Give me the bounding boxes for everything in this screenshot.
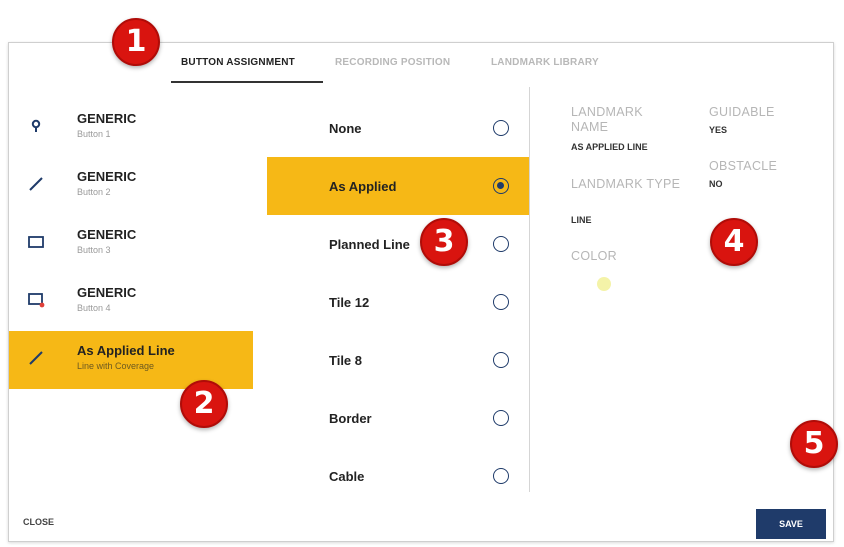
button-item-subtitle: Button 3 [77, 245, 111, 255]
callout-badge-1: 1 [112, 18, 160, 66]
radio-button[interactable] [493, 236, 509, 252]
option-tile-8[interactable]: Tile 8 [267, 331, 529, 389]
option-as-applied[interactable]: As Applied [267, 157, 529, 215]
option-label: As Applied [329, 179, 397, 194]
button-item-title: GENERIC [77, 285, 137, 300]
button-item-subtitle: Button 2 [77, 187, 111, 197]
button-list: GENERIC Button 1 GENERIC Button 2 GENERI… [9, 99, 253, 484]
landmark-type-list: None As Applied Planned Line Tile 12 Til… [267, 99, 529, 484]
option-label: Tile 8 [329, 353, 363, 368]
radio-button[interactable] [493, 468, 509, 484]
option-label: Cable [329, 469, 365, 484]
landmark-name-value: AS APPLIED LINE [571, 142, 648, 152]
button-item-2[interactable]: GENERIC Button 2 [9, 157, 253, 215]
line-icon [29, 351, 43, 365]
callout-badge-4: 4 [710, 218, 758, 266]
radio-button[interactable] [493, 352, 509, 368]
radio-button[interactable] [493, 178, 509, 194]
obstacle-value: NO [709, 179, 723, 189]
button-item-title: GENERIC [77, 169, 137, 184]
rectangle-corner-icon [28, 293, 45, 308]
button-item-title: GENERIC [77, 227, 137, 242]
callout-badge-3: 3 [420, 218, 468, 266]
callout-badge-2: 2 [180, 380, 228, 428]
tab-button-assignment[interactable]: BUTTON ASSIGNMENT [181, 57, 295, 68]
tab-landmark-library[interactable]: LANDMARK LIBRARY [491, 57, 599, 68]
callout-badge-5: 5 [790, 420, 838, 468]
button-item-subtitle: Button 1 [77, 129, 111, 139]
option-label: Border [329, 411, 372, 426]
landmark-type-label: LANDMARK TYPE [571, 177, 681, 191]
dialog: BUTTON ASSIGNMENT RECORDING POSITION LAN… [8, 42, 834, 542]
button-item-4[interactable]: GENERIC Button 4 [9, 273, 253, 331]
button-item-1[interactable]: GENERIC Button 1 [9, 99, 253, 157]
obstacle-label: OBSTACLE [709, 159, 778, 173]
pin-icon [31, 119, 41, 132]
active-tab-indicator [171, 81, 323, 83]
button-item-3[interactable]: GENERIC Button 3 [9, 215, 253, 273]
landmark-type-value: LINE [571, 215, 592, 225]
panel-divider [529, 87, 530, 492]
option-label: Tile 12 [329, 295, 370, 310]
button-item-subtitle: Button 4 [77, 303, 111, 313]
guidable-value: YES [709, 125, 728, 135]
option-none[interactable]: None [267, 99, 529, 157]
button-item-title: As Applied Line [77, 343, 175, 358]
line-icon [29, 177, 43, 191]
button-item-subtitle: Line with Coverage [77, 361, 155, 371]
save-button[interactable]: SAVE [756, 509, 826, 539]
color-swatch [597, 277, 611, 291]
radio-button[interactable] [493, 294, 509, 310]
option-label: Planned Line [329, 237, 410, 252]
button-item-title: GENERIC [77, 111, 137, 126]
tab-recording-position[interactable]: RECORDING POSITION [335, 57, 450, 68]
close-button[interactable]: CLOSE [23, 517, 54, 527]
option-planned-line[interactable]: Planned Line [267, 215, 529, 273]
option-tile-12[interactable]: Tile 12 [267, 273, 529, 331]
guidable-label: GUIDABLE [709, 105, 775, 119]
landmark-name-label: LANDMARK NAME [571, 105, 643, 134]
landmark-details: LANDMARK NAME AS APPLIED LINE LANDMARK T… [549, 101, 829, 341]
option-label: None [329, 121, 362, 136]
rectangle-icon [28, 236, 44, 248]
color-label: COLOR [571, 249, 617, 263]
option-cable[interactable]: Cable [267, 447, 529, 505]
radio-button[interactable] [493, 120, 509, 136]
option-border[interactable]: Border [267, 389, 529, 447]
radio-button[interactable] [493, 410, 509, 426]
button-item-5[interactable]: As Applied Line Line with Coverage [9, 331, 253, 389]
